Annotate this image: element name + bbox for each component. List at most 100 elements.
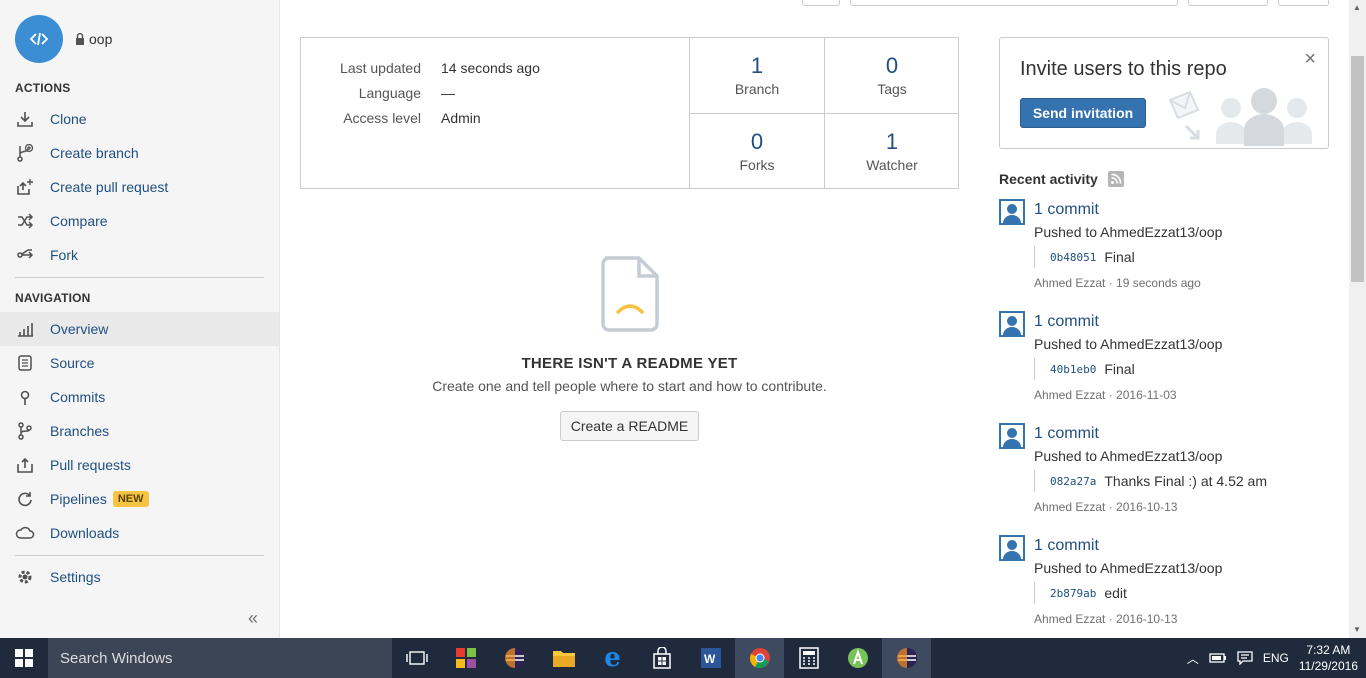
calculator-icon[interactable] xyxy=(784,638,833,678)
stat-tags[interactable]: 0 Tags xyxy=(824,38,959,113)
commit-hash-link[interactable]: 40b1eb0 xyxy=(1050,363,1096,376)
page-scrollbar[interactable]: ▲ ▼ xyxy=(1349,0,1366,638)
activity-time: 2016-10-13 xyxy=(1116,612,1178,626)
activity-author: Ahmed Ezzat xyxy=(1034,276,1106,290)
chevron-up-icon[interactable]: ︿ xyxy=(1187,650,1199,667)
cloud-icon xyxy=(15,523,35,543)
sidebar-divider xyxy=(15,277,264,278)
sidebar-item-commits[interactable]: Commits xyxy=(0,380,279,414)
push-target: Pushed to AhmedEzzat13/oop xyxy=(1034,224,1223,240)
sidebar-item-pipelines[interactable]: Pipelines NEW xyxy=(0,482,279,516)
actions-title: ACTIONS xyxy=(15,81,71,95)
navigation-list: Overview Source Commits Branches Pull re… xyxy=(0,312,279,550)
top-toolbar-button[interactable] xyxy=(1188,0,1268,6)
sidebar-item-pull-requests[interactable]: Pull requests xyxy=(0,448,279,482)
activity-meta: Ahmed Ezzat · 2016-10-13 xyxy=(1034,612,1178,626)
word-icon[interactable]: W xyxy=(686,638,735,678)
stat-branches[interactable]: 1 Branch xyxy=(689,38,824,113)
commit-count-link[interactable]: 1 commit xyxy=(1034,535,1334,557)
shuffle-icon xyxy=(15,211,35,231)
top-toolbar-input[interactable] xyxy=(850,0,1178,6)
commit-message: Final xyxy=(1104,361,1135,377)
sidebar-item-overview[interactable]: Overview xyxy=(0,312,279,346)
chrome-icon[interactable] xyxy=(735,638,784,678)
sidebar-item-downloads[interactable]: Downloads xyxy=(0,516,279,550)
send-invitation-button[interactable]: Send invitation xyxy=(1020,98,1146,128)
readme-text: Create one and tell people where to star… xyxy=(432,378,827,394)
activity-author: Ahmed Ezzat xyxy=(1034,500,1106,514)
scrollbar-thumb[interactable] xyxy=(1351,56,1364,282)
navigation-title: NAVIGATION xyxy=(15,291,91,305)
stat-watchers[interactable]: 1 Watcher xyxy=(824,113,959,188)
commit-count-link[interactable]: 1 commit xyxy=(1034,311,1334,333)
sidebar-item-label: Downloads xyxy=(50,525,120,541)
action-create-pull-request[interactable]: Create pull request xyxy=(0,170,279,204)
taskbar-clock[interactable]: 7:32 AM 11/29/2016 xyxy=(1299,642,1358,674)
stat-number: 0 xyxy=(885,53,899,78)
actions-list: Clone Create branch Create pull request … xyxy=(0,102,279,272)
push-target: Pushed to AhmedEzzat13/oop xyxy=(1034,336,1223,352)
android-studio-icon[interactable] xyxy=(833,638,882,678)
repo-name[interactable]: oop xyxy=(75,31,112,47)
svg-text:W: W xyxy=(704,652,716,666)
commit-count-link[interactable]: 1 commit xyxy=(1034,423,1334,445)
app-grid-icon[interactable] xyxy=(441,638,490,678)
create-readme-button[interactable]: Create a README xyxy=(559,411,700,441)
action-clone[interactable]: Clone xyxy=(0,102,279,136)
stat-forks[interactable]: 0 Forks xyxy=(689,113,824,188)
repo-header: oop xyxy=(15,15,112,63)
code-icon[interactable] xyxy=(15,15,63,63)
sidebar-item-source[interactable]: Source xyxy=(0,346,279,380)
sidebar-item-branches[interactable]: Branches xyxy=(0,414,279,448)
stat-number: 1 xyxy=(885,129,899,154)
user-avatar-icon[interactable] xyxy=(999,199,1025,225)
download-icon xyxy=(15,109,35,129)
commit-row: 40b1eb0 Final xyxy=(1034,358,1334,380)
language-indicator[interactable]: ENG xyxy=(1263,651,1289,665)
action-create-branch[interactable]: Create branch xyxy=(0,136,279,170)
stat-number: 1 xyxy=(750,53,764,78)
scroll-up-arrow-icon[interactable]: ▲ xyxy=(1353,3,1361,12)
activity-body: 1 commit Pushed to AhmedEzzat13/oop 082a… xyxy=(1034,423,1334,514)
close-icon[interactable]: × xyxy=(1304,48,1316,71)
top-toolbar-button[interactable] xyxy=(802,0,840,6)
stat-label: Tags xyxy=(877,81,907,97)
info-value: — xyxy=(441,85,455,101)
user-avatar-icon[interactable] xyxy=(999,535,1025,561)
eclipse-active-icon[interactable] xyxy=(882,638,931,678)
invite-illustration xyxy=(1168,88,1312,146)
readme-title: THERE ISN'T A README YET xyxy=(521,355,738,372)
clock-time: 7:32 AM xyxy=(1306,643,1351,657)
action-fork[interactable]: Fork xyxy=(0,238,279,272)
commit-hash-link[interactable]: 0b48051 xyxy=(1050,251,1096,264)
action-compare[interactable]: Compare xyxy=(0,204,279,238)
branch-add-icon xyxy=(15,143,35,163)
commit-count-link[interactable]: 1 commit xyxy=(1034,199,1334,221)
commit-message: edit xyxy=(1104,585,1127,601)
taskbar-search-input[interactable]: Search Windows xyxy=(48,638,392,678)
task-view-icon[interactable] xyxy=(392,638,441,678)
repo-info-panel: Last updated 14 seconds ago Language — A… xyxy=(300,37,959,189)
settings-list: Settings xyxy=(0,560,279,594)
edge-browser-icon[interactable]: e xyxy=(588,638,637,678)
top-toolbar-button[interactable] xyxy=(1278,0,1329,6)
scroll-down-arrow-icon[interactable]: ▼ xyxy=(1353,625,1361,634)
store-icon[interactable] xyxy=(637,638,686,678)
action-label: Compare xyxy=(50,213,108,229)
user-avatar-icon[interactable] xyxy=(999,423,1025,449)
user-avatar-icon[interactable] xyxy=(999,311,1025,337)
windows-start-icon[interactable] xyxy=(0,638,48,678)
commit-icon xyxy=(15,387,35,407)
eclipse-icon[interactable] xyxy=(490,638,539,678)
battery-icon[interactable] xyxy=(1209,652,1227,664)
file-explorer-icon[interactable] xyxy=(539,638,588,678)
commit-hash-link[interactable]: 2b879ab xyxy=(1050,587,1096,600)
clock-date: 11/29/2016 xyxy=(1298,659,1358,673)
sidebar-item-settings[interactable]: Settings xyxy=(0,560,279,594)
activity-time: 2016-10-13 xyxy=(1116,500,1178,514)
commit-hash-link[interactable]: 082a27a xyxy=(1050,475,1096,488)
push-target: Pushed to AhmedEzzat13/oop xyxy=(1034,448,1223,464)
rss-icon[interactable] xyxy=(1107,171,1124,187)
notification-icon[interactable] xyxy=(1237,651,1253,665)
collapse-sidebar-button[interactable]: « xyxy=(248,608,258,629)
